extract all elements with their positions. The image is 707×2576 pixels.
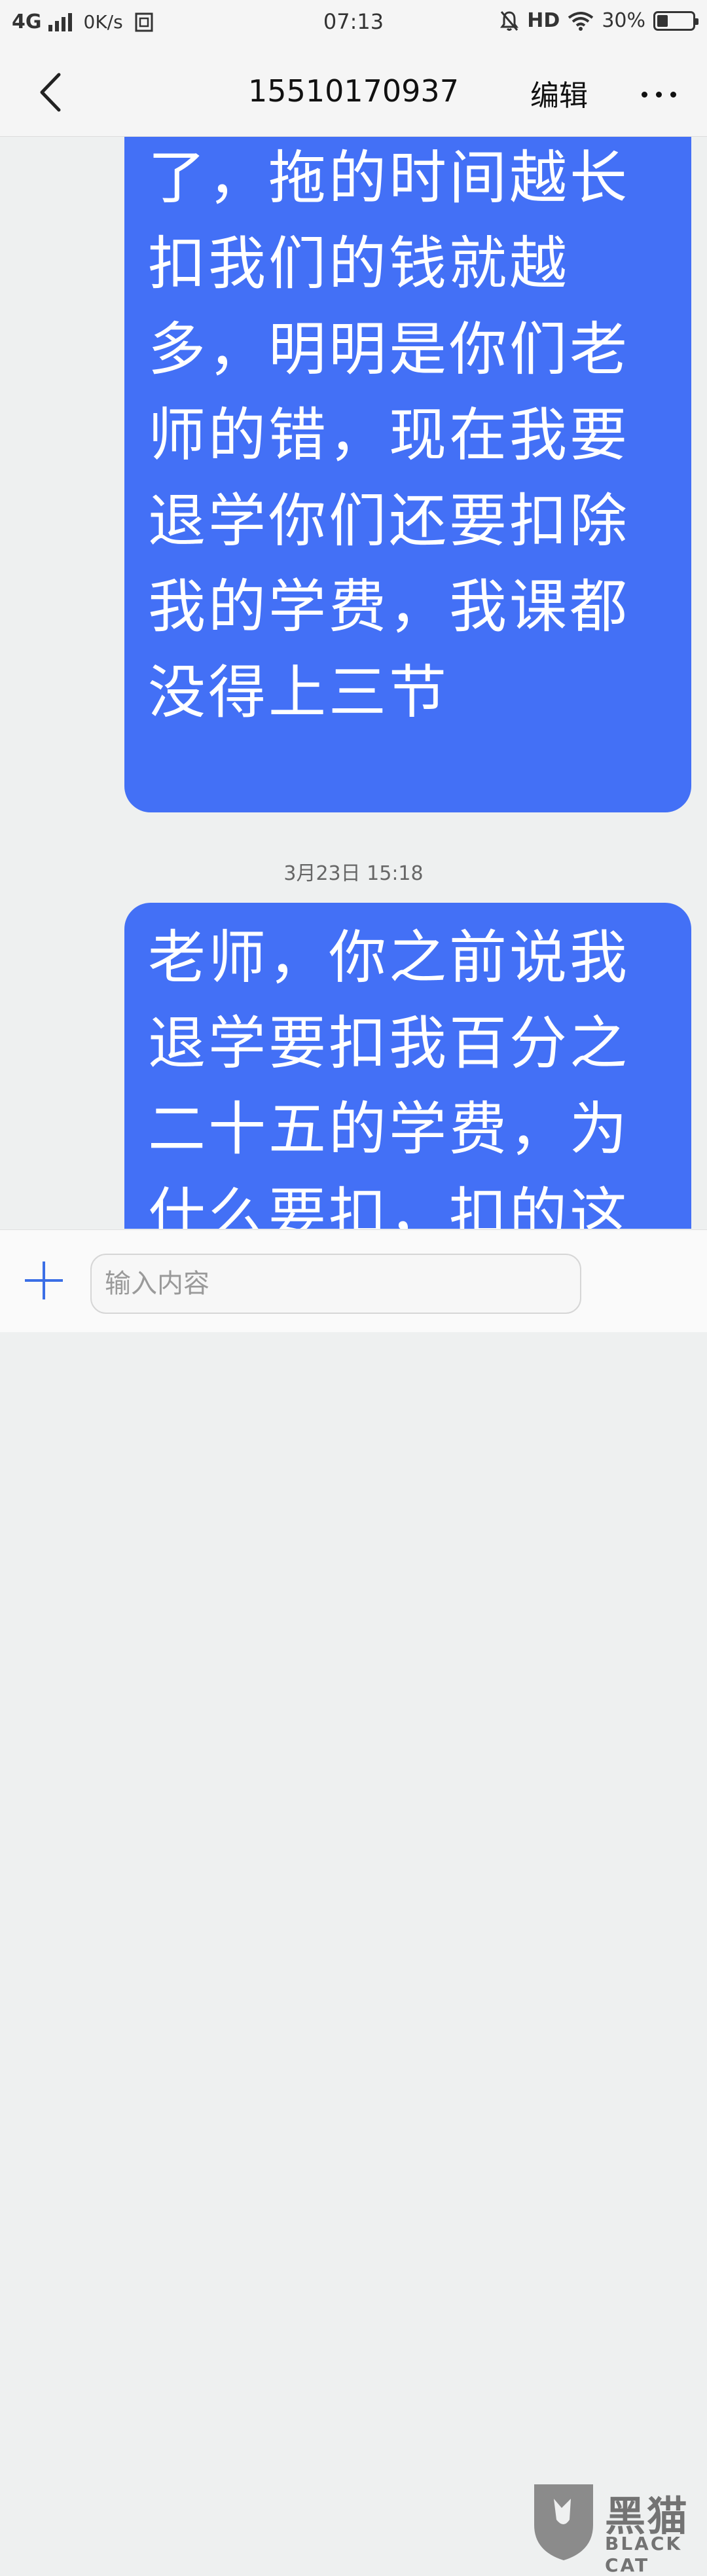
battery-level bbox=[657, 14, 668, 27]
back-arrow-icon bbox=[40, 73, 61, 112]
more-dots-icon bbox=[642, 92, 647, 98]
contact-number: 15510170937 bbox=[248, 73, 459, 109]
message-bubble[interactable]: 老师，你之前说我退学要扣我百分之二十五的学费，为什么要扣，扣的这 bbox=[124, 903, 691, 1229]
more-button[interactable] bbox=[636, 69, 682, 115]
hd-indicator: HD bbox=[527, 9, 560, 32]
message-input[interactable] bbox=[90, 1254, 581, 1314]
bell-off-icon bbox=[500, 10, 519, 31]
chat-header: 15510170937 编辑 bbox=[0, 47, 707, 137]
edit-button[interactable]: 编辑 bbox=[530, 72, 588, 114]
plus-icon[interactable] bbox=[25, 1261, 63, 1299]
black-cat-logo-icon bbox=[534, 2484, 593, 2560]
conversation-list[interactable]: 延时间么，那么久了，拖的时间越长扣我们的钱就越多，明明是你们老师的错，现在我要退… bbox=[0, 137, 707, 1229]
input-bar: 黑猫 BLACK CAT bbox=[0, 1229, 707, 2576]
battery-percent: 30% bbox=[602, 9, 645, 32]
watermark-logo: 黑猫 BLACK CAT bbox=[528, 2479, 704, 2576]
message-timestamp: 3月23日 15:18 bbox=[283, 862, 424, 885]
message-bubble[interactable]: 延时间么，那么久了，拖的时间越长扣我们的钱就越多，明明是你们老师的错，现在我要退… bbox=[124, 137, 691, 812]
back-button[interactable] bbox=[30, 69, 76, 115]
watermark-text: 黑猫 bbox=[605, 2492, 689, 2540]
more-dots-icon bbox=[656, 92, 662, 98]
contact-title-wrap: 15510170937 bbox=[0, 73, 707, 109]
status-right: HD 30% bbox=[499, 9, 698, 32]
wifi-icon bbox=[568, 11, 594, 31]
more-dots-icon bbox=[670, 92, 676, 98]
watermark-subtext: BLACK CAT bbox=[605, 2533, 683, 2576]
status-bar: 4G 0K/s 07:13 HD 30% bbox=[0, 0, 707, 47]
battery-icon bbox=[653, 10, 698, 31]
